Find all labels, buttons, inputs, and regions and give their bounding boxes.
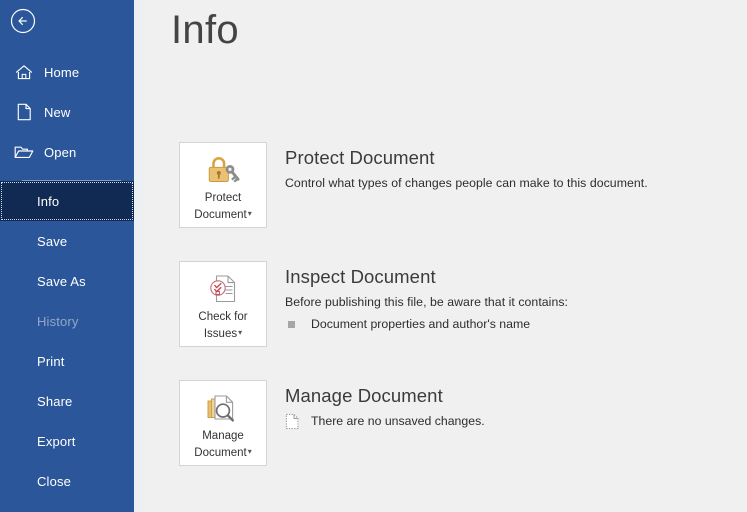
info-sections: Protect Document▾ Protect Document Contr… [179,142,737,499]
sidebar-item-label: Home [44,64,80,80]
section-manage-document: Manage Document▾ Manage Document There a… [179,380,737,466]
sidebar-item-label: Info [37,193,60,209]
square-bullet-icon [285,321,305,328]
sidebar-item-save-as[interactable]: Save As [0,261,134,301]
inspect-detail-row: Document properties and author's name [285,316,737,333]
dotted-document-icon [285,413,305,430]
open-folder-icon [13,142,35,162]
protect-document-button-line2: Document▾ [180,206,266,223]
sidebar-item-label: Share [37,393,73,409]
back-button[interactable] [10,8,36,34]
section-title: Manage Document [285,385,443,406]
sidebar-item-info[interactable]: Info [0,181,134,221]
protect-document-button-line1: Protect [204,192,242,204]
chevron-down-icon[interactable]: ▾ [238,328,242,337]
section-title: Inspect Document [285,266,436,287]
sidebar-main-group: Info Save Save As History Print Share Ex… [0,181,134,501]
sidebar-item-label: Export [37,433,76,449]
sidebar-item-close[interactable]: Close [0,461,134,501]
sidebar-item-label: Print [37,353,65,369]
document-checklist-icon [203,271,243,307]
button-label-text: Document [194,209,247,221]
new-document-icon [13,102,35,122]
chevron-down-icon[interactable]: ▾ [248,447,252,456]
sidebar-item-label: Save [37,233,68,249]
sidebar-item-label: Open [44,144,77,160]
sidebar-item-label: History [37,313,79,329]
sidebar-item-share[interactable]: Share [0,381,134,421]
back-arrow-icon [10,8,36,34]
inspect-document-body: Inspect Document Before publishing this … [285,261,737,333]
sidebar-item-print[interactable]: Print [0,341,134,381]
sidebar-item-export[interactable]: Export [0,421,134,461]
sidebar-item-save[interactable]: Save [0,221,134,261]
home-icon [13,62,35,82]
manage-document-body: Manage Document There are no unsaved cha… [285,380,737,430]
manage-document-button-line2: Document▾ [180,444,266,461]
sidebar-item-new[interactable]: New [0,92,134,132]
sidebar-edge-strip [134,0,143,512]
button-label-text: Document [194,447,247,459]
protect-document-button[interactable]: Protect Document▾ [179,142,267,228]
sidebar-item-label: New [44,104,71,120]
sidebar-item-label: Close [37,473,71,489]
check-for-issues-button-line2: Issues▾ [180,325,266,342]
chevron-down-icon[interactable]: ▾ [248,209,252,218]
backstage-view: Home New Open Info Save Save As History … [0,0,747,512]
sidebar-item-history: History [0,301,134,341]
sidebar-top-group: Home New Open [0,52,134,188]
check-for-issues-button-line1: Check for [198,311,248,323]
sidebar-item-home[interactable]: Home [0,52,134,92]
button-label-text: Issues [203,328,238,340]
sidebar-item-label: Save As [37,273,86,289]
section-title: Protect Document [285,147,435,168]
section-inspect-document: Check for Issues▾ Inspect Document Befor… [179,261,737,347]
document-stack-search-icon [203,390,243,426]
section-description: Before publishing this file, be aware th… [285,295,569,309]
info-pane: Info Protect Document▾ Protect Document … [143,0,747,512]
check-for-issues-button[interactable]: Check for Issues▾ [179,261,267,347]
sidebar-item-open[interactable]: Open [0,132,134,172]
manage-document-button-line1: Manage [202,430,244,442]
detail-text: There are no unsaved changes. [311,414,485,428]
lock-and-key-icon [203,152,243,188]
backstage-sidebar: Home New Open Info Save Save As History … [0,0,134,512]
manage-document-button[interactable]: Manage Document▾ [179,380,267,466]
manage-detail-row: There are no unsaved changes. [285,413,737,430]
section-description: Control what types of changes people can… [285,176,648,190]
page-title: Info [171,8,239,52]
section-protect-document: Protect Document▾ Protect Document Contr… [179,142,737,228]
protect-document-body: Protect Document Control what types of c… [285,142,737,192]
detail-text: Document properties and author's name [311,317,531,331]
